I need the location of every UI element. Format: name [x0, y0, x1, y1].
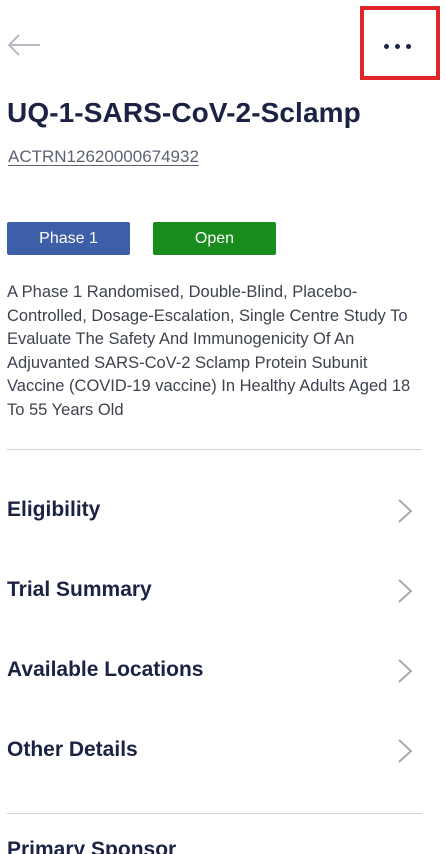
- menu-item-trial-summary[interactable]: Trial Summary: [0, 550, 446, 630]
- status-badge: Open: [153, 222, 276, 255]
- menu-item-eligibility[interactable]: Eligibility: [0, 470, 446, 550]
- chevron-right-icon: [396, 578, 414, 604]
- menu-item-label: Other Details: [7, 738, 138, 761]
- menu-item-label: Available Locations: [7, 658, 204, 681]
- divider: [7, 813, 422, 814]
- section-menu: Eligibility Trial Summary Available Loca…: [0, 470, 446, 790]
- menu-item-other-details[interactable]: Other Details: [0, 710, 446, 790]
- chevron-right-icon: [396, 498, 414, 524]
- divider: [7, 449, 422, 450]
- trial-description: A Phase 1 Randomised, Double-Blind, Plac…: [7, 283, 411, 419]
- menu-item-label: Eligibility: [7, 498, 101, 521]
- primary-sponsor-heading: Primary Sponsor: [7, 838, 177, 854]
- trial-badges: Phase 1 Open: [7, 222, 276, 255]
- back-button[interactable]: [4, 30, 44, 60]
- more-horizontal-icon: [384, 44, 411, 49]
- menu-item-label: Trial Summary: [7, 578, 152, 601]
- trial-detail-screen: UQ-1-SARS-CoV-2-Sclamp ACTRN126200006749…: [0, 0, 446, 854]
- phase-badge: Phase 1: [7, 222, 130, 255]
- dot: [384, 44, 389, 49]
- chevron-right-icon: [396, 658, 414, 684]
- menu-item-available-locations[interactable]: Available Locations: [0, 630, 446, 710]
- top-bar: [0, 0, 446, 85]
- more-options-button[interactable]: [360, 6, 440, 80]
- arrow-left-icon: [4, 34, 44, 64]
- dot: [406, 44, 411, 49]
- dot: [395, 44, 400, 49]
- trial-title: UQ-1-SARS-CoV-2-Sclamp: [7, 97, 361, 128]
- trial-registry-id-link[interactable]: ACTRN12620000674932: [8, 147, 199, 167]
- chevron-right-icon: [396, 738, 414, 764]
